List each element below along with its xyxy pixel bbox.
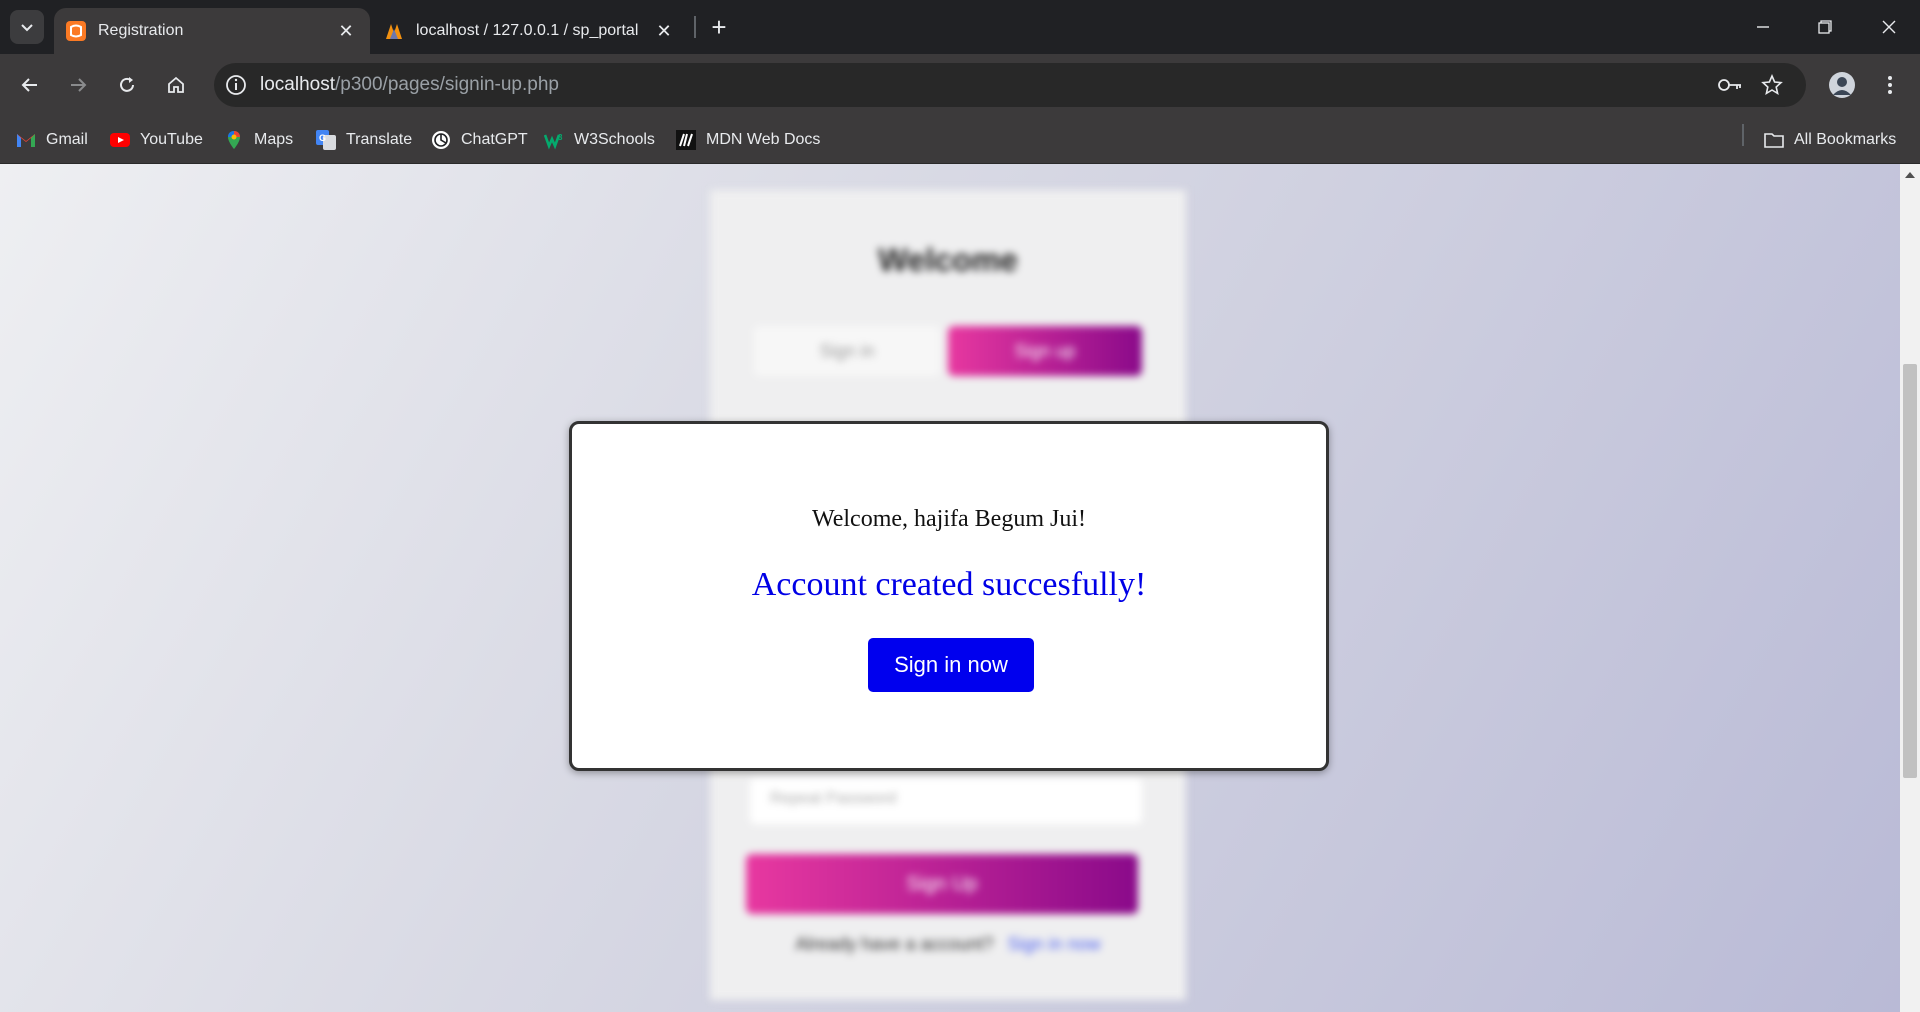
bookmark-label: Gmail — [46, 131, 88, 148]
browser-menu-button[interactable] — [1872, 67, 1908, 103]
minimize-button[interactable] — [1740, 8, 1786, 46]
svg-text:3: 3 — [558, 133, 563, 142]
bookmark-mdn[interactable]: MDN Web Docs — [676, 128, 820, 152]
bookmark-gmail[interactable]: Gmail — [16, 128, 88, 152]
new-tab-button[interactable]: + — [704, 12, 734, 42]
tab-sign-in[interactable]: Sign in — [754, 326, 940, 376]
minimize-icon — [1757, 26, 1769, 28]
restore-icon — [1818, 20, 1832, 34]
w3schools-icon: 3 — [544, 133, 563, 150]
bookmark-label: Maps — [254, 131, 294, 148]
password-key-button[interactable] — [1712, 67, 1748, 103]
close-icon — [1882, 20, 1896, 34]
bookmark-label: MDN Web Docs — [706, 131, 821, 148]
success-dialog: Welcome, hajifa Begum Jui! Account creat… — [569, 421, 1329, 771]
tab-registration[interactable]: Registration ✕ — [54, 8, 370, 54]
sign-in-now-button[interactable]: Sign in now — [868, 638, 1034, 692]
success-message: Account created succesfully! — [751, 566, 1147, 603]
youtube-icon — [110, 133, 130, 147]
sign-up-submit-button[interactable]: Sign Up — [746, 854, 1138, 914]
url-text[interactable]: localhost/p300/pages/signin-up.php — [260, 74, 559, 96]
welcome-message: Welcome, hajifa Begum Jui! — [812, 506, 1086, 532]
page-scrollbar[interactable] — [1900, 164, 1920, 1012]
arrow-left-icon — [21, 78, 37, 92]
home-button[interactable] — [158, 67, 194, 103]
form-title: Welcome — [878, 242, 1018, 278]
key-icon — [1718, 79, 1741, 91]
url-path: /p300/pages/signin-up.php — [335, 74, 559, 95]
tab-search-button[interactable] — [10, 10, 44, 44]
xampp-icon — [66, 21, 86, 41]
site-info-icon[interactable] — [224, 73, 248, 97]
tab-divider — [694, 16, 696, 38]
bookmark-star-button[interactable] — [1754, 67, 1790, 103]
bookmark-chatgpt[interactable]: ChatGPT — [431, 128, 528, 152]
bookmark-label: YouTube — [140, 131, 203, 148]
repeat-password-field[interactable]: Repeat Password — [750, 778, 1142, 824]
close-tab-icon[interactable]: ✕ — [332, 17, 360, 45]
browser-toolbar: localhost/p300/pages/signin-up.php — [0, 54, 1920, 116]
bookmark-maps[interactable]: Maps — [224, 128, 293, 152]
footer-sign-in-link[interactable]: Sign in now — [1008, 934, 1101, 954]
svg-text:G: G — [319, 133, 326, 143]
tab-phpmyadmin[interactable]: localhost / 127.0.0.1 / sp_portal ✕ — [372, 8, 688, 54]
bookmarks-bar: Gmail YouTube Maps G Translate ChatGPT 3… — [0, 116, 1920, 164]
footer-text: Already have a account? — [795, 934, 994, 954]
scrollbar-thumb[interactable] — [1903, 364, 1917, 778]
reload-button[interactable] — [109, 67, 145, 103]
close-tab-icon[interactable]: ✕ — [650, 17, 678, 45]
restore-button[interactable] — [1802, 8, 1848, 46]
bookmark-translate[interactable]: G Translate — [316, 128, 412, 152]
home-icon — [168, 76, 184, 93]
bookmark-label: Translate — [346, 131, 413, 148]
address-bar[interactable]: localhost/p300/pages/signin-up.php — [214, 63, 1806, 107]
all-bookmarks-label: All Bookmarks — [1794, 131, 1897, 148]
mdn-icon — [676, 130, 696, 150]
bookmark-label: ChatGPT — [461, 131, 528, 148]
chatgpt-icon — [432, 131, 450, 149]
tab-title: Registration — [98, 22, 184, 39]
phpmyadmin-icon — [386, 24, 402, 39]
close-window-button[interactable] — [1866, 8, 1912, 46]
forward-button[interactable] — [60, 67, 96, 103]
url-host: localhost — [260, 74, 335, 95]
more-vertical-icon — [1888, 76, 1892, 94]
maps-icon — [228, 131, 240, 149]
chevron-down-icon — [21, 24, 33, 32]
translate-icon: G — [316, 130, 336, 150]
bookmark-youtube[interactable]: YouTube — [110, 128, 203, 152]
bookmark-w3schools[interactable]: 3 W3Schools — [544, 128, 655, 152]
scroll-up-arrow-icon[interactable] — [1905, 172, 1915, 178]
page-viewport: Welcome Sign in Sign up Repeat Password … — [0, 164, 1900, 1012]
tab-strip: Registration ✕ localhost / 127.0.0.1 / s… — [0, 0, 1920, 54]
avatar — [1829, 72, 1855, 98]
tab-sign-up[interactable]: Sign up — [948, 326, 1142, 376]
profile-avatar-button[interactable] — [1824, 67, 1860, 103]
all-bookmarks-button[interactable]: All Bookmarks — [1764, 128, 1896, 152]
tab-title: localhost / 127.0.0.1 / sp_portal — [416, 22, 639, 39]
bookmarks-divider — [1742, 124, 1744, 146]
reload-icon — [120, 77, 134, 92]
gmail-icon — [17, 134, 35, 147]
arrow-right-icon — [71, 78, 87, 92]
back-button[interactable] — [12, 67, 48, 103]
form-footer: Already have a account? Sign in now — [710, 934, 1186, 955]
star-icon — [1761, 74, 1783, 96]
bookmark-label: W3Schools — [574, 131, 655, 148]
folder-icon — [1764, 133, 1784, 148]
